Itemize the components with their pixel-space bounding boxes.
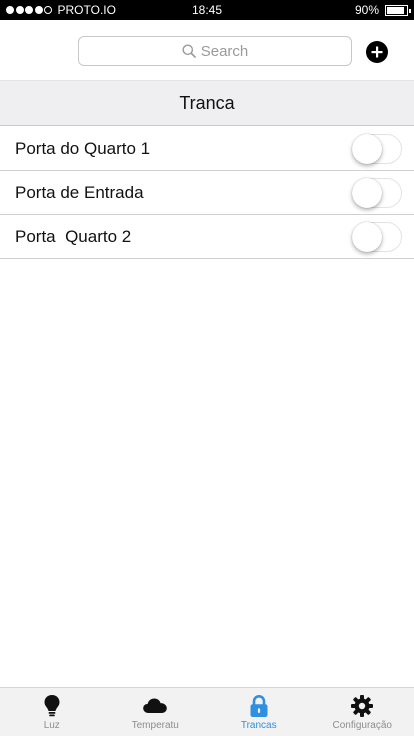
cloud-icon: [143, 698, 168, 713]
toggle-knob: [352, 222, 382, 252]
list-item: Porta Quarto 2: [0, 215, 414, 259]
lock-list: Porta do Quarto 1 Porta de Entrada Porta…: [0, 127, 414, 259]
search-icon: [182, 44, 196, 58]
tab-label: Luz: [43, 720, 60, 731]
list-item: Porta do Quarto 1: [0, 127, 414, 171]
battery-percent: 90%: [354, 3, 379, 17]
tab-bar: Luz Temperatu Trancas Configuração: [0, 687, 414, 736]
status-bar: PROTO.IO 18:45 90%: [0, 0, 414, 20]
lock-label: Porta Quarto 2: [15, 226, 132, 246]
lock-icon: [250, 694, 268, 717]
battery-icon: [385, 4, 411, 16]
search-input[interactable]: Search: [78, 36, 352, 66]
toggle-knob: [352, 178, 382, 208]
gear-icon: [351, 695, 374, 717]
search-header: Search: [0, 20, 414, 80]
lock-toggle[interactable]: [352, 134, 402, 164]
tab-label: Configuração: [332, 720, 392, 731]
status-right: 90%: [354, 0, 411, 20]
lock-label: Porta do Quarto 1: [15, 138, 151, 158]
tab-luz[interactable]: Luz: [0, 688, 104, 736]
status-time: 18:45: [191, 3, 223, 17]
bulb-icon: [44, 695, 60, 717]
lock-toggle[interactable]: [352, 178, 402, 208]
section-title: Tranca: [179, 92, 235, 113]
toggle-knob: [352, 134, 382, 164]
list-item: Porta de Entrada: [0, 171, 414, 215]
search-placeholder: Search: [200, 42, 249, 60]
lock-label: Porta de Entrada: [15, 182, 144, 202]
lock-toggle[interactable]: [352, 222, 402, 252]
plus-icon: [371, 46, 383, 58]
add-button[interactable]: [366, 41, 388, 63]
tab-trancas[interactable]: Trancas: [207, 688, 311, 736]
tab-label: Temperatu: [131, 720, 179, 731]
section-header: Tranca: [0, 80, 414, 126]
tab-configuracao[interactable]: Configuração: [311, 688, 414, 736]
tab-temperatura[interactable]: Temperatu: [104, 688, 208, 736]
tab-label: Trancas: [240, 720, 277, 731]
